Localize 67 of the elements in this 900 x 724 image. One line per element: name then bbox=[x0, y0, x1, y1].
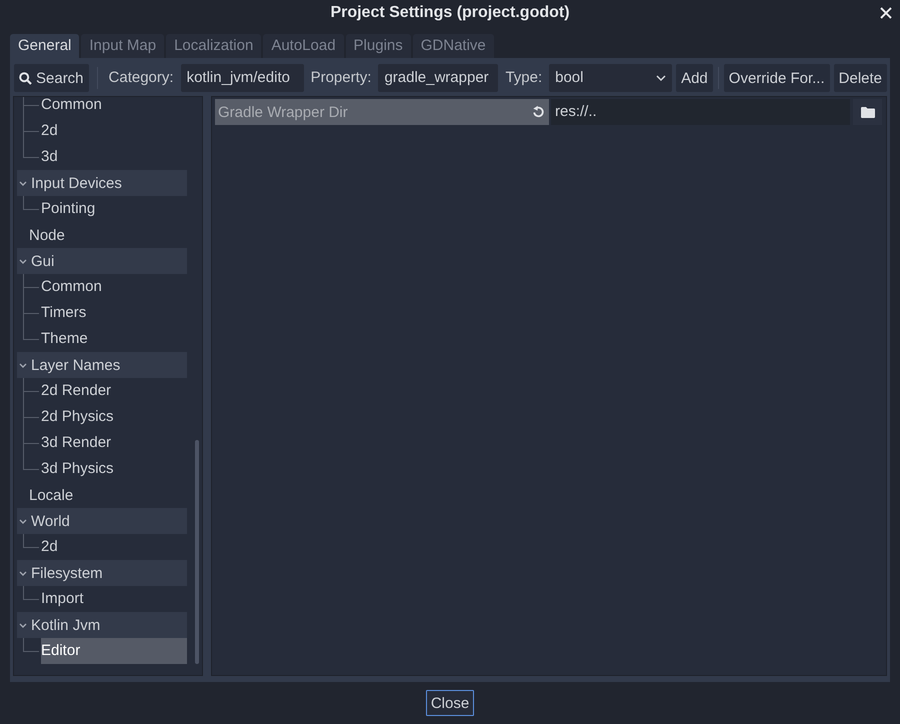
close-icon[interactable] bbox=[880, 7, 892, 19]
category-field[interactable]: kotlin_jvm/edito bbox=[180, 64, 304, 92]
tree-line bbox=[23, 300, 41, 326]
search-button[interactable]: Search bbox=[14, 64, 89, 92]
tree-category[interactable]: World bbox=[17, 508, 187, 534]
chevron-down-icon[interactable] bbox=[19, 258, 27, 264]
chevron-down-icon[interactable] bbox=[19, 362, 27, 368]
tree-item[interactable]: 2d Physics bbox=[41, 409, 187, 425]
chevron-down-icon[interactable] bbox=[19, 180, 27, 186]
tab[interactable]: Input Map bbox=[81, 34, 164, 58]
tree-line bbox=[23, 118, 41, 144]
search-icon bbox=[19, 72, 32, 84]
category-name: Gui bbox=[31, 252, 54, 270]
chevron-down-icon bbox=[656, 75, 666, 81]
path-field[interactable]: res://.. bbox=[551, 99, 850, 125]
tree-category[interactable]: Kotlin Jvm bbox=[17, 612, 187, 638]
tab[interactable]: General bbox=[10, 34, 80, 58]
category-name: Filesystem bbox=[31, 564, 103, 582]
tree-item[interactable]: Pointing bbox=[41, 201, 187, 217]
folder-icon bbox=[860, 106, 874, 118]
browse-button[interactable] bbox=[853, 99, 882, 125]
category-name: Input Devices bbox=[31, 174, 122, 192]
tree-category[interactable]: Input Devices bbox=[17, 170, 187, 196]
tree-item[interactable]: Theme bbox=[41, 331, 187, 347]
add-button[interactable]: Add bbox=[676, 64, 713, 92]
type-label: Type: bbox=[505, 68, 542, 88]
override-button[interactable]: Override For... bbox=[724, 64, 830, 92]
property-field[interactable]: gradle_wrapper bbox=[378, 64, 498, 92]
tree-item[interactable]: 2d bbox=[41, 123, 187, 139]
tree-line bbox=[23, 378, 41, 404]
tree-item[interactable]: 3d bbox=[41, 149, 187, 165]
tree-item[interactable]: Common bbox=[41, 97, 187, 113]
window-title: Project Settings (project.godot) bbox=[330, 4, 570, 22]
tree-item[interactable]: 3d Physics bbox=[41, 461, 187, 477]
tree-category[interactable]: Filesystem bbox=[17, 560, 187, 586]
tab[interactable]: Plugins bbox=[346, 34, 411, 58]
chevron-down-icon[interactable] bbox=[19, 518, 27, 524]
tree-item[interactable]: Timers bbox=[41, 305, 187, 321]
tree-item[interactable]: Common bbox=[41, 279, 187, 295]
tree-category[interactable]: Layer Names bbox=[17, 352, 187, 378]
reset-icon[interactable] bbox=[531, 105, 545, 119]
scrollbar-thumb[interactable] bbox=[195, 440, 199, 664]
property-label: Property: bbox=[310, 68, 372, 88]
tree-line bbox=[23, 404, 41, 430]
close-button[interactable]: Close bbox=[426, 690, 474, 716]
tree-item[interactable]: 3d Render bbox=[41, 435, 187, 451]
property-name: Gradle Wrapper Dir bbox=[218, 104, 349, 120]
tree-line bbox=[23, 430, 41, 456]
category-label: Category: bbox=[108, 68, 174, 88]
tab[interactable]: Localization bbox=[166, 34, 262, 58]
tree-category[interactable]: Gui bbox=[17, 248, 187, 274]
category-name: Layer Names bbox=[31, 356, 120, 374]
tree-item[interactable]: Locale bbox=[17, 482, 187, 508]
tree-item[interactable]: Node bbox=[17, 222, 187, 248]
chevron-down-icon[interactable] bbox=[19, 570, 27, 576]
tree-item[interactable]: Import bbox=[41, 591, 187, 607]
category-name: Kotlin Jvm bbox=[31, 616, 100, 634]
tree-line bbox=[23, 274, 41, 300]
type-dropdown[interactable]: bool bbox=[549, 64, 672, 92]
tab[interactable]: GDNative bbox=[412, 34, 494, 58]
chevron-down-icon[interactable] bbox=[19, 622, 27, 628]
tree-item[interactable]: Editor bbox=[41, 638, 187, 664]
delete-button[interactable]: Delete bbox=[834, 64, 887, 92]
tree-item[interactable]: 2d Render bbox=[41, 383, 187, 399]
category-name: World bbox=[31, 512, 70, 530]
tab[interactable]: AutoLoad bbox=[263, 34, 344, 58]
tree-item[interactable]: 2d bbox=[41, 539, 187, 555]
